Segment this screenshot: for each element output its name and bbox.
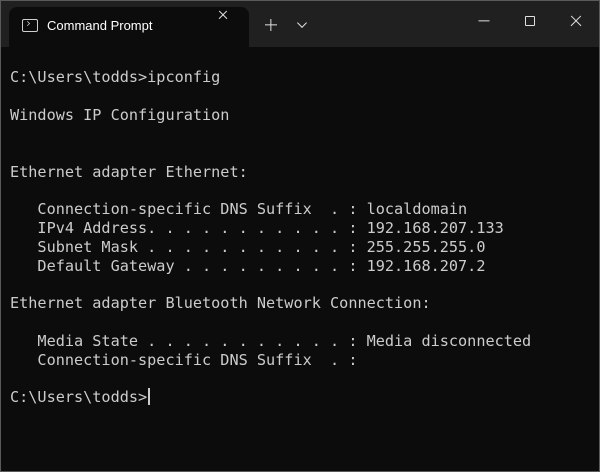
- console-line-adapter-ethernet: Ethernet adapter Ethernet:: [10, 163, 248, 181]
- console-prompt[interactable]: C:\Users\todds>: [10, 388, 150, 407]
- console-line-media-state: Media State . . . . . . . . . . . : Medi…: [10, 332, 532, 350]
- tab-dropdown-button[interactable]: [293, 15, 311, 35]
- console-line-heading: Windows IP Configuration: [10, 106, 230, 124]
- console-line-ipv4: IPv4 Address. . . . . . . . . . . : 192.…: [10, 219, 504, 237]
- minimize-button[interactable]: [461, 1, 507, 41]
- console-output[interactable]: C:\Users\todds>ipconfig Windows IP Confi…: [1, 47, 599, 471]
- tab-command-prompt[interactable]: Command Prompt: [9, 7, 249, 47]
- console-icon: [22, 19, 38, 32]
- tab-title: Command Prompt: [47, 18, 153, 33]
- prompt-text: C:\Users\todds>: [10, 388, 148, 406]
- maximize-button[interactable]: [507, 1, 553, 41]
- close-button[interactable]: [553, 1, 599, 41]
- console-line-subnet: Subnet Mask . . . . . . . . . . . : 255.…: [10, 238, 486, 256]
- title-bar[interactable]: Command Prompt: [1, 1, 599, 47]
- console-line-adapter-bluetooth: Ethernet adapter Bluetooth Network Conne…: [10, 294, 431, 312]
- text-cursor: [148, 388, 150, 405]
- terminal-window: Command Prompt C:\Users\todds>ipconfig W…: [0, 0, 600, 472]
- console-line-dns-suffix: Connection-specific DNS Suffix . : local…: [10, 200, 468, 218]
- new-tab-button[interactable]: [261, 15, 281, 35]
- console-line-prompt-command: C:\Users\todds>ipconfig: [10, 68, 221, 86]
- console-line-gateway: Default Gateway . . . . . . . . . : 192.…: [10, 257, 486, 275]
- console-line-dns-suffix-bt: Connection-specific DNS Suffix . :: [10, 351, 358, 369]
